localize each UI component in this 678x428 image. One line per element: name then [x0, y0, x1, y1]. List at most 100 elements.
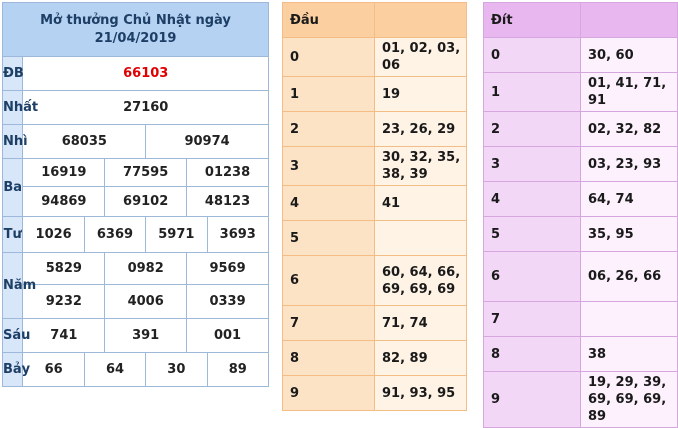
head-digit-key: 5: [282, 220, 375, 256]
head-digit-row: 2 23, 26, 29: [282, 111, 467, 147]
tail-digit-values: 01, 41, 71, 91: [580, 72, 678, 112]
prize-label-bay: Bảy: [1, 352, 30, 387]
head-digit-table: Đầu 0 01, 02, 03, 06 1 19 2 23, 26, 29 3 30, 32…: [282, 2, 467, 411]
prize-tu-value: 1026: [22, 216, 85, 253]
head-digit-key: 1: [282, 76, 375, 112]
prize-row-bay: Bảy 66 64 30 89: [1, 352, 270, 387]
tail-digit-values: 35, 95: [580, 216, 678, 252]
head-digit-values: 23, 26, 29: [374, 111, 467, 147]
head-digit-key: 6: [282, 255, 375, 306]
prize-nhi-value: 90974: [145, 124, 269, 159]
head-digit-row: 1 19: [282, 76, 467, 112]
tail-digit-key: 2: [483, 111, 581, 147]
prize-label-ba: Ba: [1, 158, 24, 217]
prize-nam-value: 0339: [186, 284, 269, 319]
prize-db-value: 66103: [22, 56, 269, 91]
tail-digit-table: Đít 0 30, 60 1 01, 41, 71, 91 2 02, 32, 82 3 03…: [483, 2, 678, 428]
head-digit-row: 4 41: [282, 185, 467, 221]
prize-bay-value: 89: [206, 352, 270, 387]
lottery-results-table: Mở thưởng Chủ Nhật ngày 21/04/2019 ĐB 66…: [1, 2, 270, 387]
head-digit-values: [374, 220, 467, 256]
tail-digit-values: 02, 32, 82: [580, 111, 678, 147]
prize-label-nhat: Nhất: [1, 90, 38, 125]
head-digit-header: Đầu: [282, 2, 375, 38]
head-digit-key: 9: [282, 375, 375, 411]
head-digit-row: 7 71, 74: [282, 305, 467, 341]
prize-row-sau: Sáu 741 391 001: [1, 318, 269, 353]
tail-digit-row: 5 35, 95: [483, 216, 678, 252]
prize-bay-value: 30: [145, 352, 208, 387]
prize-ba-value: 01238: [186, 158, 269, 187]
head-digit-values: 91, 93, 95: [374, 375, 467, 411]
prize-sau-value: 391: [104, 318, 188, 353]
head-digit-key: 3: [282, 146, 375, 186]
prize-nhi-value: 68035: [22, 124, 147, 159]
head-digit-values: 71, 74: [374, 305, 467, 341]
prize-row-ba: 94869 69102 48123: [3, 186, 269, 217]
head-digit-key: 8: [282, 340, 375, 376]
prize-row-nhi: Nhì 68035 90974: [1, 124, 269, 159]
prize-ba-value: 48123: [186, 186, 269, 217]
prize-row-ba: Ba 16919 77595 01238: [1, 158, 269, 217]
tail-digit-key: 1: [483, 72, 581, 112]
head-digit-values: 60, 64, 66, 69, 69, 69: [374, 255, 467, 306]
prize-bay-value: 64: [83, 352, 147, 387]
head-digit-row: 9 91, 93, 95: [282, 375, 467, 411]
prize-bay-value: 66: [22, 352, 85, 387]
prize-row-nam: 9232 4006 0339: [3, 284, 269, 319]
tail-digit-row: 0 30, 60: [483, 37, 678, 73]
tail-digit-values: 38: [580, 336, 678, 372]
tail-digit-row: 9 19, 29, 39, 69, 69, 69, 89: [483, 371, 678, 428]
head-digit-values: 01, 02, 03, 06: [374, 37, 467, 77]
prize-tu-value: 5971: [145, 216, 208, 253]
prize-ba-value: 16919: [22, 158, 106, 187]
tail-digit-key: 5: [483, 216, 581, 252]
tail-digit-header: Đít: [483, 2, 581, 38]
prize-ba-value: 69102: [104, 186, 188, 217]
head-digit-header-blank: [374, 2, 467, 38]
head-digit-row: 5: [282, 220, 467, 256]
prize-ba-value: 77595: [104, 158, 188, 187]
head-digit-key: 7: [282, 305, 375, 341]
prize-row-tu: Tư 1026 6369 5971 3693: [1, 216, 270, 253]
prize-nam-value: 4006: [104, 284, 188, 319]
head-digit-row: 3 30, 32, 35, 38, 39: [282, 146, 467, 186]
tail-digit-key: 9: [483, 371, 581, 428]
tail-digit-row: 4 64, 74: [483, 181, 678, 217]
prize-row-db: ĐB 66103: [1, 56, 269, 91]
tail-digit-key: 6: [483, 251, 581, 302]
prize-label-sau: Sáu: [1, 318, 30, 353]
prize-row-nhat: Nhất 27160: [1, 90, 269, 125]
prize-label-nhi: Nhì: [1, 124, 28, 159]
tail-digit-values: 19, 29, 39, 69, 69, 69, 89: [580, 371, 678, 428]
head-digit-values: 30, 32, 35, 38, 39: [374, 146, 467, 186]
tail-digit-key: 8: [483, 336, 581, 372]
results-title-line1: Mở thưởng Chủ Nhật ngày: [40, 12, 231, 28]
prize-sau-value: 001: [186, 318, 269, 353]
tail-digit-key: 7: [483, 301, 581, 337]
prize-label-db: ĐB: [1, 56, 24, 91]
tail-digit-row: 7: [483, 301, 678, 337]
tail-digit-values: 03, 23, 93: [580, 146, 678, 182]
tail-digit-values: 06, 26, 66: [580, 251, 678, 302]
tail-digit-row: 6 06, 26, 66: [483, 251, 678, 302]
prize-label-tu: Tư: [1, 216, 24, 253]
prize-nam-value: 9569: [186, 252, 269, 285]
head-digit-row: 8 82, 89: [282, 340, 467, 376]
tail-digit-row: 1 01, 41, 71, 91: [483, 72, 678, 112]
prize-nam-value: 0982: [104, 252, 188, 285]
prize-tu-value: 3693: [206, 216, 270, 253]
head-digit-row: 6 60, 64, 66, 69, 69, 69: [282, 255, 467, 306]
head-digit-values: 19: [374, 76, 467, 112]
results-title: Mở thưởng Chủ Nhật ngày 21/04/2019: [2, 2, 269, 57]
tail-digit-row: 2 02, 32, 82: [483, 111, 678, 147]
prize-sau-value: 741: [22, 318, 106, 353]
head-digit-row: 0 01, 02, 03, 06: [282, 37, 467, 77]
tail-digit-key: 3: [483, 146, 581, 182]
prize-nhat-value: 27160: [22, 90, 269, 125]
tail-digit-key: 4: [483, 181, 581, 217]
prize-row-nam: Năm 5829 0982 9569: [1, 252, 269, 319]
tail-digit-values: 64, 74: [580, 181, 678, 217]
tail-digit-header-blank: [580, 2, 678, 38]
tail-digit-key: 0: [483, 37, 581, 73]
